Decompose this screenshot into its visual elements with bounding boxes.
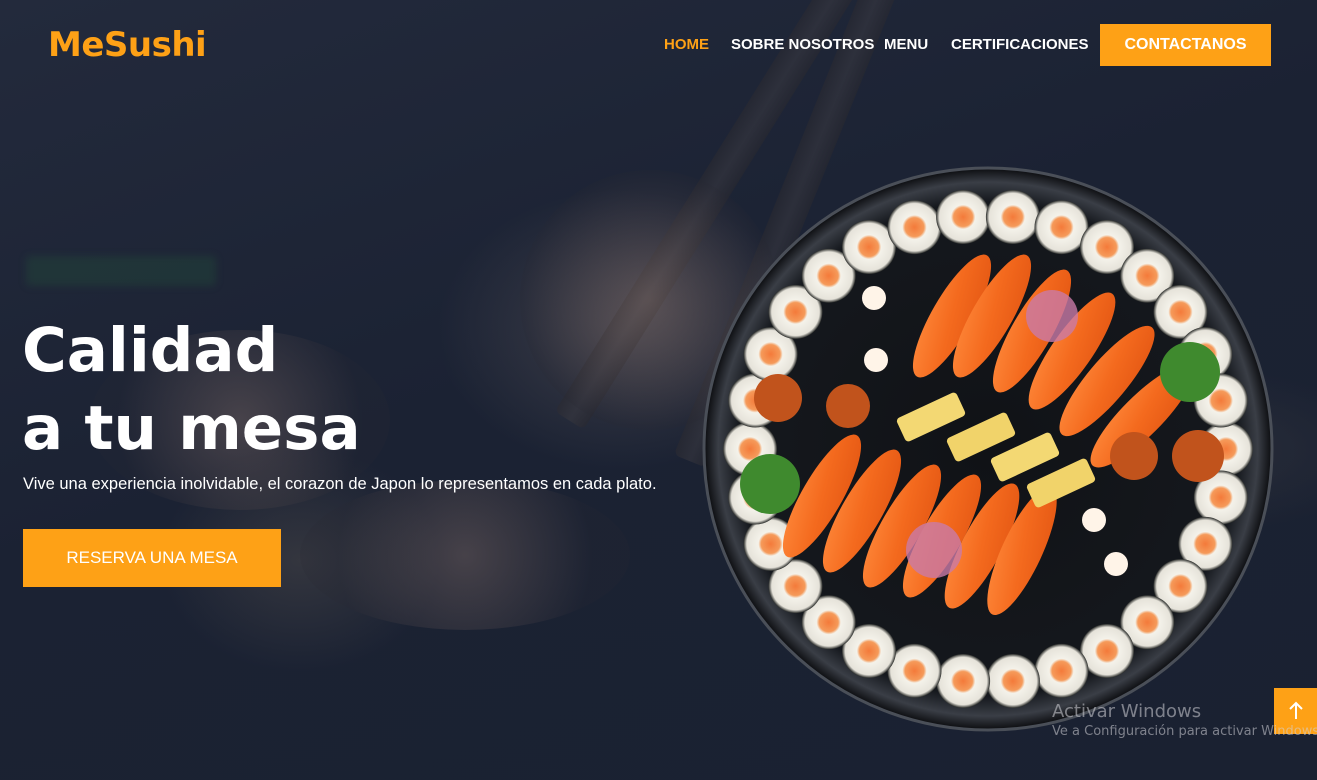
- maki-roll: [985, 190, 1040, 244]
- nav-link-sobre-nosotros[interactable]: SOBRE NOSOTROS: [731, 36, 874, 53]
- brand-logo[interactable]: MeSushi: [48, 25, 207, 65]
- reserve-table-button[interactable]: RESERVA UNA MESA: [23, 529, 281, 587]
- hero-title-line2: a tu mesa: [22, 393, 361, 464]
- navbar: MeSushi HOME SOBRE NOSOTROS MENU CERTIFI…: [0, 0, 1317, 90]
- watermark-subtitle: Ve a Configuración para activar Windows.: [1052, 724, 1317, 739]
- hero-title: Calidad a tu mesa: [22, 312, 361, 468]
- watermark-title: Activar Windows: [1052, 701, 1202, 722]
- nav-link-menu[interactable]: MENU: [884, 36, 928, 53]
- maki-roll: [936, 190, 991, 244]
- hero-subtitle: Vive una experiencia inolvidable, el cor…: [23, 475, 657, 493]
- nav-link-certificaciones[interactable]: CERTIFICACIONES: [951, 36, 1089, 53]
- nav-link-home[interactable]: HOME: [664, 36, 709, 53]
- sushi-platter-image: [702, 166, 1274, 732]
- contact-button[interactable]: CONTACTANOS: [1100, 24, 1271, 66]
- maki-roll: [936, 654, 991, 708]
- maki-roll: [985, 654, 1040, 708]
- maki-roll: [1034, 643, 1089, 698]
- hero-title-line1: Calidad: [22, 315, 279, 386]
- maki-roll: [887, 200, 942, 255]
- background-blur: [26, 256, 216, 286]
- windows-activation-watermark: Activar Windows Ve a Configuración para …: [1052, 701, 1317, 739]
- background-bowl: [300, 480, 630, 630]
